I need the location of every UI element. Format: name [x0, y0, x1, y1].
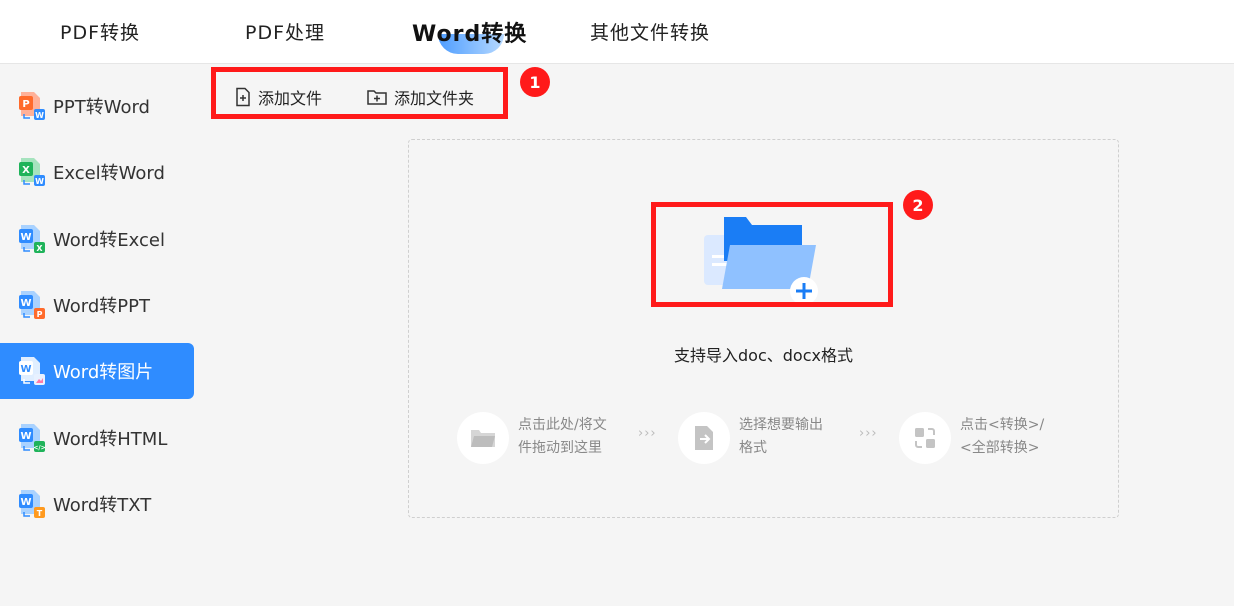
step-3-line-2: <全部转换> — [960, 440, 1040, 456]
svg-text:W: W — [20, 497, 31, 508]
step-2-line-2: 格式 — [739, 440, 767, 456]
add-folder-label: 添加文件夹 — [394, 89, 475, 108]
step-click-convert: 点击<转换>/ <全部转换> — [899, 412, 1044, 464]
folder-icon — [457, 412, 509, 464]
word-to-ppt-icon: W P — [18, 289, 46, 321]
sidebar-item-word-to-ppt[interactable]: W P Word转PPT — [0, 277, 194, 333]
sidebar-item-label: Word转图片 — [53, 362, 154, 383]
supported-formats-text: 支持导入doc、docx格式 — [674, 346, 853, 365]
tab-pdf-process[interactable]: PDF处理 — [245, 18, 325, 46]
sidebar: P W PPT转Word X W Excel转Word W X Word转Exc… — [0, 64, 204, 606]
svg-text:W: W — [20, 431, 31, 442]
svg-text:W: W — [20, 232, 31, 243]
svg-text:</>: </> — [33, 445, 45, 452]
word-to-image-icon: W — [18, 355, 46, 387]
step-2-line-1: 选择想要输出 — [739, 417, 823, 433]
sidebar-item-label: Word转PPT — [53, 296, 150, 317]
add-folder-icon — [367, 90, 387, 105]
sidebar-item-label: Word转Excel — [53, 230, 165, 251]
tab-word-convert[interactable]: Word转换 — [412, 16, 528, 47]
step-select-format: 选择想要输出 格式 — [678, 412, 823, 464]
tab-word-convert-label: Word转换 — [412, 22, 528, 47]
sidebar-item-word-to-excel[interactable]: W X Word转Excel — [0, 211, 194, 267]
add-file-button[interactable]: 添加文件 — [234, 85, 322, 109]
step-separator: ››› — [638, 426, 657, 441]
sidebar-item-label: Excel转Word — [53, 163, 165, 184]
add-file-icon — [236, 87, 250, 107]
add-file-label: 添加文件 — [258, 89, 323, 108]
file-export-icon — [678, 412, 730, 464]
svg-text:P: P — [22, 99, 29, 110]
word-to-html-icon: W </> — [18, 422, 46, 454]
svg-text:T: T — [37, 509, 43, 518]
tab-other-convert[interactable]: 其他文件转换 — [590, 18, 710, 46]
top-tab-bar: PDF转换 PDF处理 Word转换 其他文件转换 — [0, 0, 1234, 64]
tab-pdf-convert[interactable]: PDF转换 — [60, 18, 140, 46]
step-1-line-1: 点击此处/将文 — [518, 417, 607, 433]
sidebar-item-word-to-image[interactable]: W Word转图片 — [0, 343, 194, 399]
step-1-line-2: 件拖动到这里 — [518, 440, 602, 456]
svg-text:X: X — [36, 244, 43, 253]
svg-text:W: W — [20, 364, 31, 375]
svg-text:W: W — [35, 111, 44, 120]
ppt-to-word-icon: P W — [18, 90, 46, 122]
sidebar-item-label: Word转TXT — [53, 495, 152, 516]
word-to-txt-icon: W T — [18, 488, 46, 520]
step-drag-file: 点击此处/将文 件拖动到这里 — [457, 412, 607, 464]
svg-text:P: P — [37, 310, 43, 319]
word-to-excel-icon: W X — [18, 223, 46, 255]
add-folder-button[interactable]: 添加文件夹 — [366, 85, 474, 109]
sidebar-item-word-to-txt[interactable]: W T Word转TXT — [0, 476, 194, 532]
svg-text:W: W — [20, 298, 31, 309]
add-file-folder-button[interactable] — [651, 202, 893, 307]
sidebar-item-excel-to-word[interactable]: X W Excel转Word — [0, 144, 194, 200]
toolbar-highlight: 添加文件 添加文件夹 — [211, 67, 508, 119]
folder-plus-icon — [704, 217, 818, 302]
annotation-badge-1: 1 — [520, 67, 550, 97]
sidebar-item-ppt-to-word[interactable]: P W PPT转Word — [0, 78, 194, 134]
annotation-badge-2: 2 — [903, 190, 933, 220]
svg-text:W: W — [35, 177, 44, 186]
excel-to-word-icon: X W — [18, 156, 46, 188]
sidebar-item-label: PPT转Word — [53, 97, 150, 118]
svg-text:X: X — [22, 165, 30, 176]
step-separator: ››› — [859, 426, 878, 441]
step-3-line-1: 点击<转换>/ — [960, 417, 1045, 433]
sidebar-item-word-to-html[interactable]: W </> Word转HTML — [0, 410, 194, 466]
sidebar-item-label: Word转HTML — [53, 429, 168, 450]
convert-icon — [899, 412, 951, 464]
